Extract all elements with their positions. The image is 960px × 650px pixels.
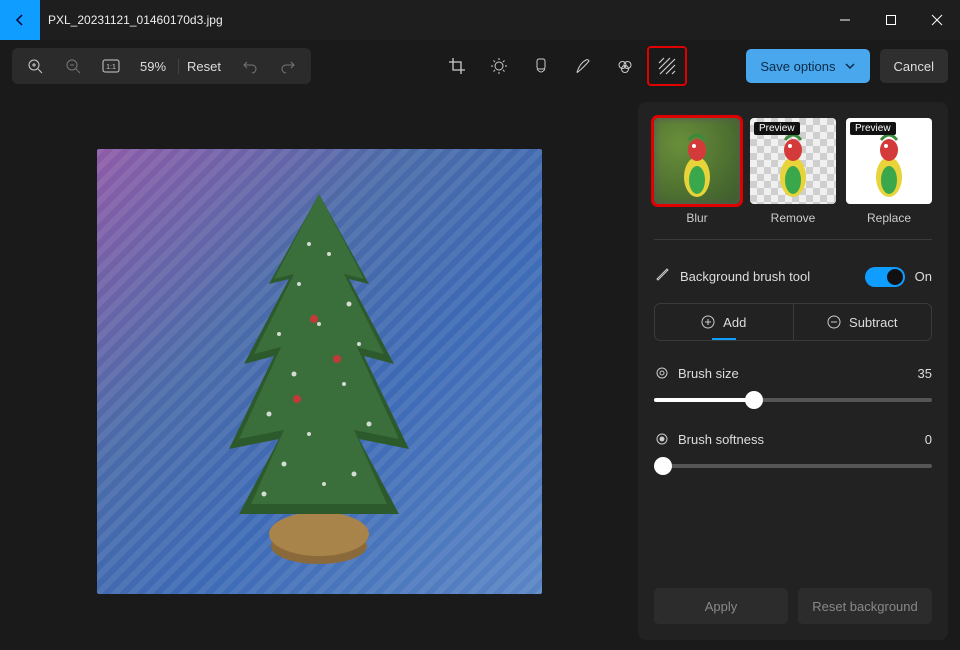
titlebar: PXL_20231121_01460170d3.jpg	[0, 0, 960, 40]
plus-icon	[701, 315, 715, 329]
svg-text:1:1: 1:1	[106, 64, 116, 71]
maximize-button[interactable]	[868, 0, 914, 40]
zoom-out-button[interactable]	[56, 49, 90, 83]
back-button[interactable]	[0, 0, 40, 40]
window-title: PXL_20231121_01460170d3.jpg	[40, 13, 223, 27]
brush-softness-slider[interactable]	[654, 464, 932, 468]
chevron-down-icon	[844, 60, 856, 72]
bg-option-remove[interactable]: Preview Remove	[750, 118, 836, 225]
zoom-level: 59%	[132, 59, 174, 74]
fit-to-screen-button[interactable]: 1:1	[94, 49, 128, 83]
tab-subtract[interactable]: Subtract	[794, 304, 932, 340]
bg-option-label: Remove	[750, 211, 836, 225]
retouch-tool[interactable]	[605, 46, 645, 86]
background-tool[interactable]	[647, 46, 687, 86]
redo-button[interactable]	[271, 49, 305, 83]
bg-option-label: Blur	[654, 211, 740, 225]
brush-softness-icon	[654, 431, 670, 447]
bg-option-label: Replace	[846, 211, 932, 225]
brush-size-value: 35	[918, 366, 932, 381]
preview-badge: Preview	[850, 122, 896, 135]
zoom-in-button[interactable]	[18, 49, 52, 83]
save-options-button[interactable]: Save options	[746, 49, 869, 83]
preview-badge: Preview	[754, 122, 800, 135]
toggle-state: On	[915, 269, 932, 284]
tab-add-label: Add	[723, 315, 746, 330]
minus-icon	[827, 315, 841, 329]
tab-subtract-label: Subtract	[849, 315, 897, 330]
brush-softness-label: Brush softness	[678, 432, 917, 447]
tab-add[interactable]: Add	[655, 304, 794, 340]
brush-tool-toggle[interactable]	[865, 267, 905, 287]
canvas-image	[97, 149, 542, 594]
bg-option-blur[interactable]: Blur	[654, 118, 740, 225]
zoom-reset-button[interactable]: Reset	[178, 59, 229, 74]
minimize-button[interactable]	[822, 0, 868, 40]
save-label: Save options	[760, 59, 835, 74]
brush-size-icon	[654, 365, 670, 381]
background-panel: Blur Preview Remove Preview Replace	[638, 102, 948, 640]
adjust-tool[interactable]	[479, 46, 519, 86]
apply-button[interactable]: Apply	[654, 588, 788, 624]
canvas-area[interactable]	[0, 92, 638, 650]
brush-icon	[654, 266, 670, 287]
brush-size-slider[interactable]	[654, 398, 932, 402]
undo-button[interactable]	[233, 49, 267, 83]
filter-tool[interactable]	[521, 46, 561, 86]
brush-size-label: Brush size	[678, 366, 910, 381]
tree-subject	[209, 184, 429, 564]
reset-background-button[interactable]: Reset background	[798, 588, 932, 624]
cancel-button[interactable]: Cancel	[880, 49, 948, 83]
markup-tool[interactable]	[563, 46, 603, 86]
close-button[interactable]	[914, 0, 960, 40]
toolbar: 1:1 59% Reset Save options Cancel	[0, 40, 960, 92]
brush-tool-label: Background brush tool	[680, 269, 810, 284]
brush-softness-value: 0	[925, 432, 932, 447]
bg-option-replace[interactable]: Preview Replace	[846, 118, 932, 225]
crop-tool[interactable]	[437, 46, 477, 86]
